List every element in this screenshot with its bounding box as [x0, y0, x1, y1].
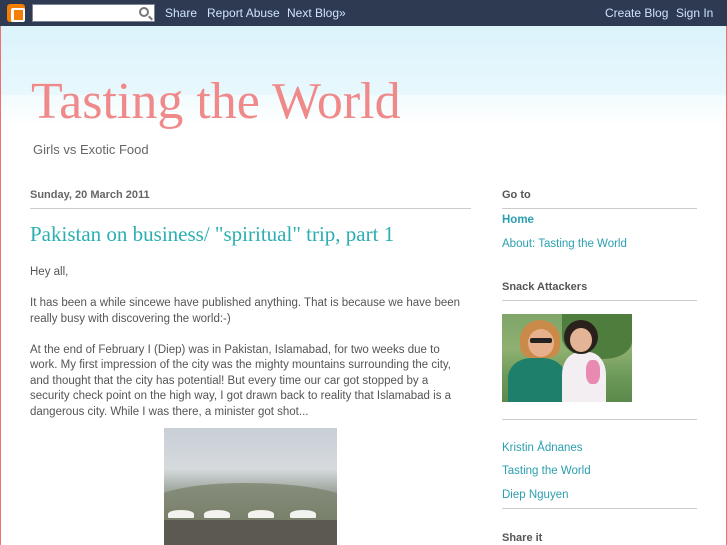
image-umbrella — [248, 510, 274, 518]
post-paragraph: At the end of February I (Diep) was in P… — [30, 343, 452, 418]
sidebar-link-about[interactable]: About: Tasting the World — [502, 238, 627, 250]
sidebar-divider — [502, 300, 697, 301]
photo-face — [570, 328, 592, 352]
search-input[interactable] — [32, 4, 155, 22]
date-header: Sunday, 20 March 2011 — [30, 189, 150, 201]
image-umbrella — [168, 510, 194, 518]
post-paragraph: It has been a while sincewe have publish… — [30, 297, 461, 325]
sidebar-link-home[interactable]: Home — [502, 214, 534, 226]
photo-person — [508, 358, 566, 402]
image-umbrella — [290, 510, 316, 518]
sidebar-divider — [502, 508, 697, 509]
sidebar-link-person[interactable]: Diep Nguyen — [502, 489, 568, 501]
date-divider — [30, 208, 471, 209]
post-image-mountain-view[interactable] — [164, 428, 337, 545]
snack-attackers-photo[interactable] — [502, 314, 632, 402]
post-body: Hey all, It has been a while sincewe hav… — [30, 265, 470, 436]
share-link[interactable]: Share — [165, 6, 197, 20]
report-abuse-link[interactable]: Report Abuse — [207, 6, 280, 20]
blog-description: Girls vs Exotic Food — [33, 142, 149, 157]
sidebar-heading-goto: Go to — [502, 189, 531, 201]
blogger-logo-icon[interactable] — [7, 4, 25, 22]
sidebar-divider — [502, 208, 697, 209]
blogger-navbar: Share Report Abuse Next Blog» Create Blo… — [0, 0, 727, 26]
next-blog-link[interactable]: Next Blog» — [287, 6, 346, 20]
blog-title[interactable]: Tasting the World — [31, 72, 401, 131]
sidebar-link-person[interactable]: Tasting the World — [502, 465, 591, 477]
create-blog-link[interactable]: Create Blog — [605, 6, 668, 20]
post-title[interactable]: Pakistan on business/ "spiritual" trip, … — [30, 222, 394, 247]
post-paragraph: Hey all, — [30, 266, 69, 278]
sidebar-heading-snack-attackers: Snack Attackers — [502, 281, 588, 293]
sidebar-divider — [502, 419, 697, 420]
sidebar-heading-share: Share it — [502, 532, 543, 544]
search-icon[interactable] — [139, 7, 149, 17]
photo-sunglasses — [530, 338, 552, 343]
sidebar-link-person[interactable]: Kristin Ådnanes — [502, 442, 583, 454]
photo-snack — [586, 360, 600, 384]
image-terrace — [164, 520, 337, 545]
image-umbrella — [204, 510, 230, 518]
sign-in-link[interactable]: Sign In — [676, 6, 713, 20]
photo-face — [528, 329, 554, 357]
